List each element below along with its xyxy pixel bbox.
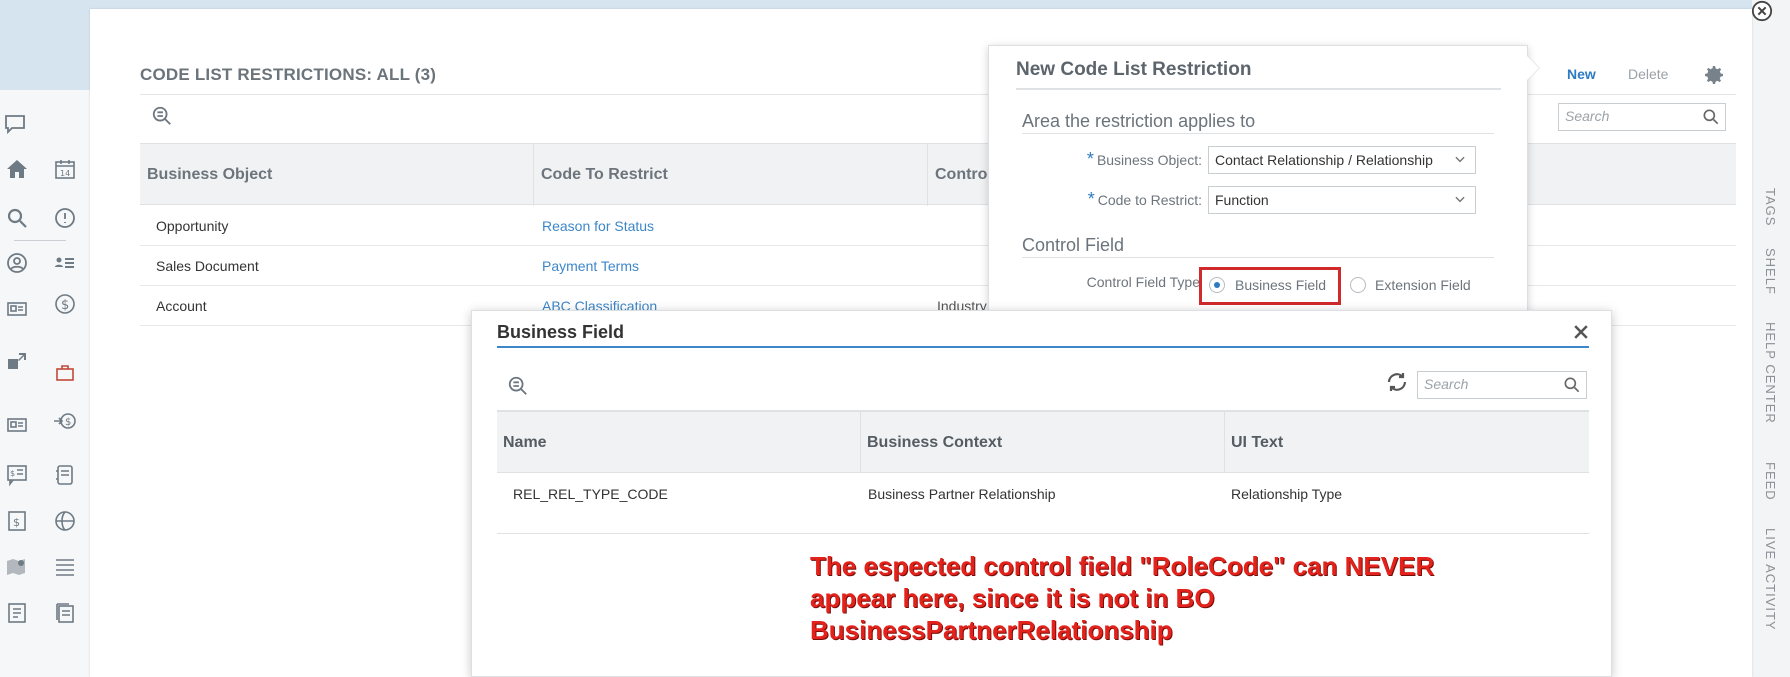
feed-tab[interactable]: FEED bbox=[1763, 462, 1778, 501]
list-icon[interactable] bbox=[52, 462, 78, 488]
search-icon bbox=[1564, 377, 1580, 393]
code-label-text: Code to Restrict: bbox=[1097, 192, 1202, 208]
briefcase-icon[interactable] bbox=[52, 360, 78, 386]
cell-ui-text: Relationship Type bbox=[1231, 486, 1343, 502]
globe-dollar-icon[interactable] bbox=[52, 508, 78, 534]
close-icon bbox=[1574, 325, 1588, 339]
annotation-line: appear here, since it is not in BO bbox=[810, 583, 1215, 613]
currency-icon[interactable]: $ bbox=[52, 291, 78, 317]
account-icon[interactable] bbox=[4, 250, 30, 276]
column-business-context[interactable]: Business Context bbox=[861, 412, 1225, 473]
code-value: Function bbox=[1215, 192, 1269, 208]
cell-name: REL_REL_TYPE_CODE bbox=[513, 486, 668, 502]
payment-icon[interactable]: $ bbox=[52, 408, 78, 434]
cell-code-link[interactable]: Payment Terms bbox=[542, 246, 639, 286]
id-card-icon[interactable] bbox=[4, 296, 30, 322]
left-navigation: 14 $ $ $ $ bbox=[0, 90, 90, 677]
tags-tab[interactable]: TAGS bbox=[1763, 188, 1778, 226]
control-field-heading: Control Field bbox=[1022, 235, 1125, 255]
column-ui-text[interactable]: UI Text bbox=[1225, 412, 1589, 473]
live-activity-tab[interactable]: LIVE ACTIVITY bbox=[1763, 528, 1778, 631]
invoice-icon[interactable]: $ bbox=[4, 508, 30, 534]
svg-text:$: $ bbox=[13, 516, 20, 529]
section-divider bbox=[1022, 257, 1494, 258]
highlight-box bbox=[1199, 267, 1341, 305]
new-button[interactable]: New bbox=[1567, 66, 1596, 82]
cell-business-object: Sales Document bbox=[156, 258, 259, 274]
refresh-icon[interactable] bbox=[1385, 370, 1409, 394]
code-to-restrict-label: * Code to Restrict: bbox=[1060, 189, 1202, 210]
panel-pointer bbox=[1527, 56, 1539, 80]
map-icon[interactable] bbox=[4, 554, 30, 580]
business-object-value: Contact Relationship / Relationship bbox=[1215, 152, 1433, 168]
dialog-search-input[interactable]: Search bbox=[1417, 371, 1587, 399]
svg-text:$: $ bbox=[61, 298, 69, 313]
column-business-object[interactable]: Business Object bbox=[140, 144, 534, 206]
contacts-icon[interactable] bbox=[52, 250, 78, 276]
annotation-note: The espected control field "RoleCode" ca… bbox=[810, 550, 1510, 646]
business-object-select[interactable]: Contact Relationship / Relationship bbox=[1208, 146, 1476, 174]
search-placeholder: Search bbox=[1424, 376, 1469, 392]
cell-business-object: Opportunity bbox=[156, 218, 229, 234]
close-icon bbox=[1751, 0, 1773, 22]
required-marker: * bbox=[1086, 149, 1094, 169]
calendar-icon[interactable]: 14 bbox=[52, 156, 78, 182]
documents-icon[interactable] bbox=[52, 600, 78, 626]
column-code-to-restrict[interactable]: Code To Restrict bbox=[534, 144, 928, 206]
panel-title-divider bbox=[1016, 88, 1501, 90]
home-icon[interactable] bbox=[4, 156, 30, 182]
business-object-label-text: Business Object: bbox=[1096, 152, 1202, 168]
gear-icon bbox=[1705, 66, 1723, 84]
settings-button[interactable] bbox=[1700, 62, 1728, 88]
document-icon[interactable] bbox=[4, 600, 30, 626]
code-to-restrict-select[interactable]: Function bbox=[1208, 186, 1476, 214]
svg-text:14: 14 bbox=[60, 169, 70, 178]
dialog-table-header: Name Business Context UI Text bbox=[497, 410, 1589, 473]
close-window-button[interactable] bbox=[1749, 0, 1775, 22]
panel-title: New Code List Restriction bbox=[1016, 59, 1252, 80]
business-object-label: * Business Object: bbox=[1060, 149, 1202, 170]
section-divider bbox=[1022, 133, 1494, 134]
search-icon[interactable] bbox=[4, 205, 30, 231]
nav-divider bbox=[14, 240, 66, 241]
zoom-icon[interactable] bbox=[506, 374, 530, 398]
transfer-icon[interactable] bbox=[4, 348, 30, 374]
svg-text:$: $ bbox=[10, 469, 15, 478]
alert-icon[interactable] bbox=[52, 205, 78, 231]
search-placeholder: Search bbox=[1565, 108, 1610, 124]
help-center-tab[interactable]: HELP CENTER bbox=[1763, 322, 1778, 424]
dialog-title-divider bbox=[497, 346, 1589, 348]
annotation-line: The espected control field "RoleCode" ca… bbox=[810, 551, 1435, 581]
dialog-title: Business Field bbox=[497, 322, 625, 342]
svg-text:$: $ bbox=[65, 417, 71, 428]
cell-business-object: Account bbox=[156, 298, 207, 314]
page-title: CODE LIST RESTRICTIONS: ALL (3) bbox=[140, 65, 437, 84]
cell-business-context: Business Partner Relationship bbox=[868, 486, 1056, 502]
feed-icon[interactable] bbox=[2, 111, 28, 137]
radio-extension-field-label[interactable]: Extension Field bbox=[1375, 277, 1471, 293]
list-details-icon[interactable] bbox=[52, 554, 78, 580]
column-name[interactable]: Name bbox=[497, 412, 861, 473]
table-row[interactable]: REL_REL_TYPE_CODE Business Partner Relat… bbox=[497, 474, 1589, 534]
notes-icon[interactable]: $ bbox=[4, 462, 30, 488]
area-section-heading: Area the restriction applies to bbox=[1022, 111, 1256, 131]
shelf-tab[interactable]: SHELF bbox=[1763, 248, 1778, 295]
delete-button[interactable]: Delete bbox=[1628, 66, 1668, 82]
list-search-input[interactable]: Search bbox=[1558, 103, 1726, 131]
control-field-type-label: Control Field Type bbox=[1086, 274, 1200, 290]
search-icon bbox=[1703, 109, 1719, 125]
cell-code-link[interactable]: Reason for Status bbox=[542, 206, 654, 246]
zoom-icon[interactable] bbox=[150, 104, 174, 128]
annotation-line: BusinessPartnerRelationship bbox=[810, 615, 1173, 645]
dialog-close-button[interactable] bbox=[1570, 321, 1592, 343]
required-marker: * bbox=[1087, 189, 1095, 209]
radio-extension-field[interactable] bbox=[1350, 277, 1366, 293]
chevron-down-icon bbox=[1455, 156, 1465, 163]
id-card-icon[interactable] bbox=[4, 412, 30, 438]
chevron-down-icon bbox=[1455, 196, 1465, 203]
